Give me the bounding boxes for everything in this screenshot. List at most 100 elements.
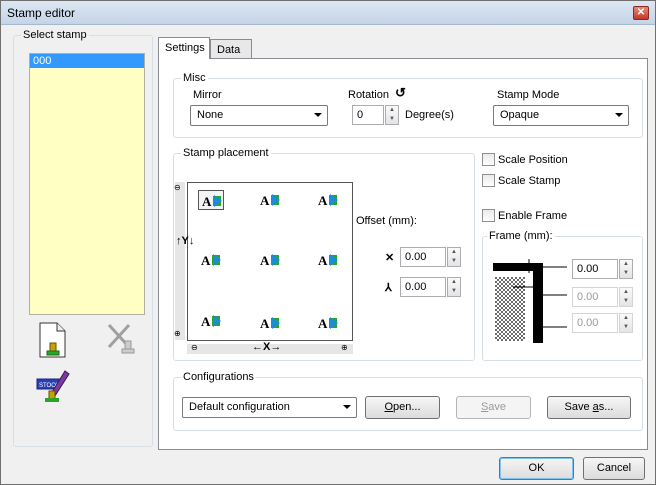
svg-text:A: A	[318, 253, 328, 268]
stamp-placement-icon: A	[318, 316, 338, 331]
offset-label: Offset (mm):	[356, 215, 417, 227]
spin-down-icon[interactable]: ▼	[620, 323, 632, 332]
placement-middle-left[interactable]: A	[198, 250, 224, 270]
enable-frame-label[interactable]: Enable Frame	[498, 210, 567, 222]
stamp-placement-icon: A	[260, 193, 280, 208]
tab-settings-label: Settings	[165, 42, 205, 54]
placement-bottom-right[interactable]: A	[315, 313, 341, 333]
frame-gap-spinner[interactable]: ▲ ▼	[619, 287, 633, 307]
offset-y-input[interactable]: 0.00	[400, 277, 446, 297]
stamp-list-item[interactable]: 000	[30, 54, 144, 68]
placement-top-center[interactable]: A	[257, 190, 283, 210]
stamp-mode-value: Opaque	[500, 109, 540, 121]
rotation-unit: Degree(s)	[405, 109, 454, 121]
svg-text:A: A	[201, 314, 211, 329]
frame-width-spinner[interactable]: ▲ ▼	[619, 259, 633, 279]
save-button[interactable]: Save	[456, 396, 531, 419]
ok-button[interactable]: OK	[499, 457, 574, 480]
stamp-list[interactable]: 000	[29, 53, 145, 315]
svg-text:A: A	[260, 193, 270, 208]
rotation-value: 0	[357, 109, 364, 121]
open-accel: O	[384, 401, 394, 413]
tab-data-label: Data	[217, 44, 241, 56]
offset-x-spinner[interactable]: ▲ ▼	[447, 247, 461, 267]
tab-data[interactable]: Data	[210, 39, 252, 59]
svg-text:A: A	[260, 253, 270, 268]
spin-up-icon[interactable]: ▲	[448, 278, 460, 287]
svg-text:A: A	[202, 194, 212, 209]
mirror-value: None	[197, 109, 224, 121]
spin-down-icon[interactable]: ▼	[386, 115, 398, 124]
scale-position-checkbox[interactable]	[482, 153, 495, 166]
svg-text:A: A	[201, 253, 211, 268]
save-as-button[interactable]: Save as...	[547, 396, 631, 419]
scale-position-label[interactable]: Scale Position	[498, 154, 568, 166]
spin-up-icon[interactable]: ▲	[620, 288, 632, 297]
offset-y-value: 0.00	[405, 281, 427, 293]
placement-bottom-center[interactable]: A	[257, 313, 283, 333]
frame-offset-spinner[interactable]: ▲ ▼	[619, 313, 633, 333]
placement-top-left[interactable]: A	[198, 190, 224, 210]
stamp-placement-icon: A	[201, 314, 221, 329]
spin-down-icon[interactable]: ▼	[620, 297, 632, 306]
delete-stamp-icon[interactable]	[105, 321, 139, 357]
scale-stamp-label[interactable]: Scale Stamp	[498, 175, 560, 187]
placement-top-right[interactable]: A	[315, 190, 341, 210]
scale-stamp-checkbox[interactable]	[482, 174, 495, 187]
new-stamp-icon[interactable]	[37, 321, 69, 361]
rotate-icon[interactable]: ↺	[395, 85, 406, 101]
offset-y-spinner[interactable]: ▲ ▼	[447, 277, 461, 297]
enable-frame-checkbox[interactable]	[482, 209, 495, 222]
spin-up-icon[interactable]: ▲	[386, 106, 398, 115]
x-min-icon: ⊖	[191, 343, 198, 352]
ok-label: OK	[528, 462, 545, 474]
stamp-placement-icon: A	[260, 253, 280, 268]
spin-up-icon[interactable]: ▲	[620, 260, 632, 269]
frame-width-input[interactable]: 0.00	[572, 259, 618, 279]
stamp-placement-label: Stamp placement	[181, 147, 271, 159]
spin-down-icon[interactable]: ▼	[448, 287, 460, 296]
spin-up-icon[interactable]: ▲	[620, 314, 632, 323]
mirror-select[interactable]: None	[190, 105, 328, 126]
configuration-select[interactable]: Default configuration	[182, 397, 357, 418]
stamp-placement-icon: A	[202, 194, 222, 209]
open-button[interactable]: Open...	[365, 396, 440, 419]
stamp-mode-select[interactable]: Opaque	[493, 105, 629, 126]
frame-width-value: 0.00	[577, 263, 599, 275]
svg-text:A: A	[318, 316, 328, 331]
stamp-mode-label: Stamp Mode	[497, 89, 560, 101]
stamp-placement-icon: A	[318, 253, 338, 268]
rotation-spinner[interactable]: ▲ ▼	[385, 105, 399, 125]
select-stamp-label: Select stamp	[21, 29, 89, 41]
cancel-button[interactable]: Cancel	[583, 457, 645, 480]
placement-middle-right[interactable]: A	[315, 250, 341, 270]
edit-stamp-icon[interactable]: STOOK	[35, 367, 71, 403]
mirror-label: Mirror	[193, 89, 222, 101]
spin-up-icon[interactable]: ▲	[448, 248, 460, 257]
rotation-input[interactable]: 0	[352, 105, 384, 125]
placement-center[interactable]: A	[257, 250, 283, 270]
rotation-label: Rotation	[348, 89, 389, 101]
chevron-down-icon	[615, 113, 623, 117]
frame-offset-input[interactable]: 0.00	[572, 313, 618, 333]
offset-x-input[interactable]: 0.00	[400, 247, 446, 267]
stamp-placement-icon: A	[201, 253, 221, 268]
y-min-icon: ⊖	[174, 183, 181, 192]
tab-settings[interactable]: Settings	[158, 37, 210, 59]
stamp-placement-icon: A	[260, 316, 280, 331]
close-button[interactable]: ✕	[633, 6, 649, 20]
title-bar[interactable]: Stamp editor ✕	[1, 1, 655, 25]
svg-text:A: A	[260, 316, 270, 331]
frame-label: Frame (mm):	[487, 230, 555, 242]
save-as-label: s...	[598, 401, 614, 413]
stamp-editor-window: Stamp editor ✕ Select stamp 000 STOOK Se…	[0, 0, 656, 485]
cancel-label: Cancel	[596, 462, 632, 474]
stamp-placement-icon: A	[318, 193, 338, 208]
y-axis-label: ↑Y↓	[176, 236, 194, 247]
frame-gap-input[interactable]: 0.00	[572, 287, 618, 307]
close-icon: ✕	[636, 7, 646, 18]
spin-down-icon[interactable]: ▼	[620, 269, 632, 278]
offset-x-value: 0.00	[405, 251, 427, 263]
spin-down-icon[interactable]: ▼	[448, 257, 460, 266]
placement-bottom-left[interactable]: A	[198, 311, 224, 331]
